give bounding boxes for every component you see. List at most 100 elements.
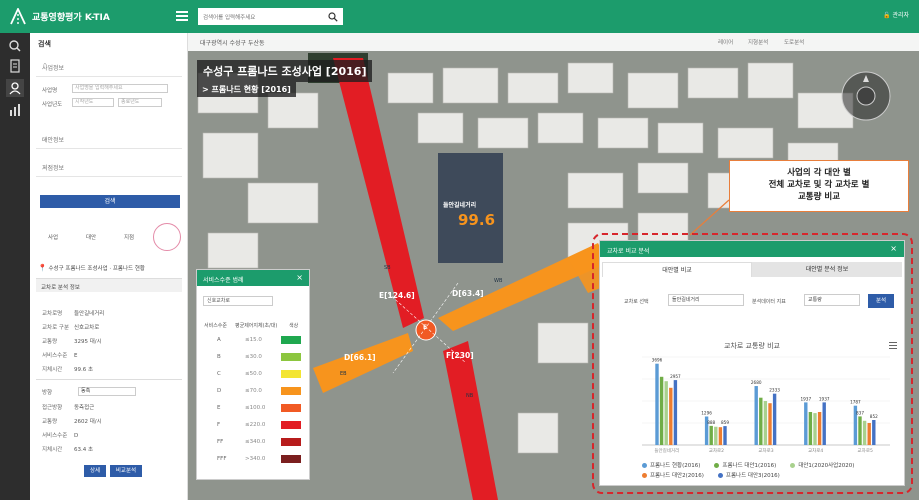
result-row: 교통량 2602 대/시 [42,419,102,425]
grade-label: D [217,388,222,394]
grade-label: FF [217,439,224,445]
column-header: 서비스수준 [204,323,228,329]
popup-header: 서비스수준 범례 × [197,270,309,286]
result-row: 지체시간 99.6 초 [42,367,94,373]
service-level-row: FFF >340.0 [197,453,309,470]
chevron-down-icon: ⌄ [42,134,48,142]
compare-button[interactable]: 비교분석 [110,465,142,477]
service-level-row: FF ≤340.0 [197,436,309,453]
mode-business[interactable]: 사업 [48,233,58,241]
range-label: ≤15.0 [245,337,262,343]
range-label: ≤70.0 [245,388,262,394]
direction-select[interactable]: 동측 [78,387,136,396]
location-text: 수성구 프롬나드 조성사업 · 프롬나드 현황 [48,266,145,272]
search-box[interactable] [198,8,343,25]
section-business-info[interactable]: 사업정보 ⌃ [36,57,182,77]
mode-indicator [153,223,181,251]
column-header: 색상 [289,323,299,329]
menu-icon[interactable] [176,11,188,21]
document-icon[interactable] [6,57,24,75]
breadcrumb: 대구광역시 수성구 두산동 [200,40,265,47]
search-button[interactable]: 검색 [40,195,180,208]
service-level-row: F ≤220.0 [197,419,309,436]
road-code-label: EB [340,371,347,377]
color-swatch [281,353,301,361]
service-level-row: B ≤30.0 [197,351,309,368]
approach-label-east: D[63.4] [452,289,484,298]
project-title: 수성구 프롬나드 조성사업 [2016] [197,60,373,82]
callout-line1: 사업의 각 대안 별 [787,168,851,178]
center-grade-label: E [423,324,428,331]
intersection-type-select[interactable]: 신호교차로 [203,296,273,306]
callout-line3: 교통량 비교 [797,192,841,202]
result-row: 지체시간 63.4 초 [42,447,94,453]
chart-icon[interactable] [6,101,24,119]
service-level-popup: 서비스수준 범례 × 신호교차로 서비스수준 평균제어지체(초/대) 색상 A ≤… [196,269,310,480]
range-label: ≤220.0 [245,422,266,428]
chevron-up-icon: ⌃ [42,62,48,70]
color-swatch [281,387,301,395]
road-tool[interactable]: 도로분석 [784,38,804,46]
grade-label: E [217,405,221,411]
search-input[interactable] [203,12,321,23]
result-row: 교통량 3295 대/시 [42,339,102,345]
service-level-row: E ≤100.0 [197,402,309,419]
detail-button[interactable]: 상세 [84,465,106,477]
result-row: 서비스수준 D [42,433,79,439]
search-icon[interactable] [328,12,338,22]
color-swatch [281,455,301,463]
mode-alternative[interactable]: 대안 [86,233,96,241]
color-swatch [281,404,301,412]
approach-label-west: D[66.1] [344,353,376,362]
approach-label-north: E[124.6] [379,291,415,300]
user-menu[interactable]: 🔓 관리자 [883,10,909,19]
field-label-name: 사업명 [42,88,58,94]
search-icon[interactable] [6,37,24,55]
popup-title: 서비스수준 범례 [203,277,244,284]
left-panel: 검색 사업정보 ⌃ 사업명 사업명을 입력해주세요 사업년도 시작년도 종료년도… [30,33,188,500]
range-label: >340.0 [245,456,266,462]
user-pin-icon[interactable] [6,79,24,97]
business-name-input[interactable]: 사업명을 입력해주세요 [72,84,168,93]
road-code-label: SB [384,265,391,271]
service-level-row: D ≤70.0 [197,385,309,402]
service-level-row: A ≤15.0 [197,334,309,351]
color-swatch [281,421,301,429]
highlight-frame [592,233,913,494]
range-label: ≤100.0 [245,405,266,411]
result-row: 교차로명 들안길네거리 [42,311,105,317]
result-row: 서비스수준 E [42,353,78,359]
logo-icon [10,8,26,25]
panel-title: 검색 [38,40,51,48]
close-icon[interactable]: × [296,273,303,282]
location-breadcrumb: 📍 수성구 프롬나드 조성사업 · 프롬나드 현황 [38,264,145,272]
road-code-label: WB [494,278,503,284]
end-year-input[interactable]: 종료년도 [118,98,162,107]
layer-tool[interactable]: 레이어 [718,38,733,46]
mode-location[interactable]: 지점 [124,233,134,241]
user-label: 관리자 [892,12,909,19]
project-subtitle: > 프롬나드 현황 [2016] [197,82,296,97]
intersection-label: 들안길네거리 [443,202,477,209]
icon-rail [0,33,30,500]
map-pin-icon: 📍 [38,264,47,272]
range-label: ≤340.0 [245,439,266,445]
direction-label: 방향 [42,390,53,396]
section-location-info[interactable]: 지점정보 ⌄ [36,157,182,177]
section-alternative-info[interactable]: 대안정보 ⌄ [36,129,182,149]
lock-icon: 🔓 [883,12,891,19]
grade-label: B [217,354,221,360]
range-label: ≤50.0 [245,371,262,377]
grade-label: C [217,371,221,377]
range-label: ≤30.0 [245,354,262,360]
compass-icon[interactable] [840,70,892,122]
terrain-tool[interactable]: 지형분석 [748,38,768,46]
service-level-row: C ≤50.0 [197,368,309,385]
annotation-callout: 사업의 각 대안 별 전체 교차로 및 각 교차로 별 교통량 비교 [729,160,909,212]
result-row: 접근방향 동측접근 [42,405,95,411]
grade-label: F [217,422,221,428]
grade-label: A [217,337,221,343]
app-title: 교통영향평가 K-TIA [32,13,110,23]
color-swatch [281,438,301,446]
start-year-input[interactable]: 시작년도 [72,98,114,107]
